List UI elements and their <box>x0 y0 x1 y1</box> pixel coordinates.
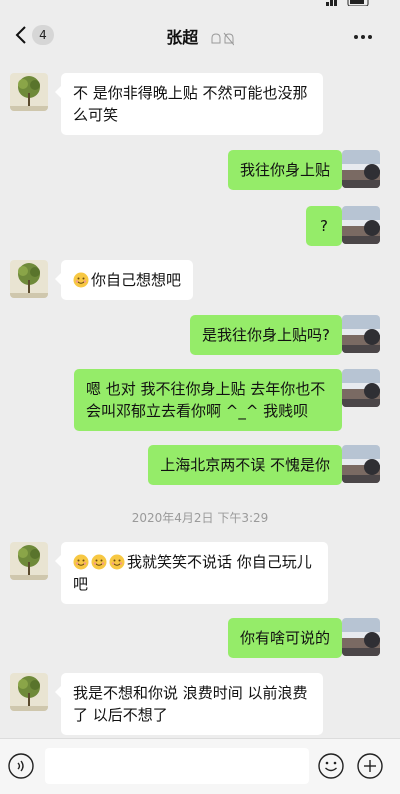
message-row: 上海北京两不误 不愧是你 <box>0 445 400 485</box>
chat-title: 张超 <box>166 28 199 47</box>
message-row: 你有啥可说的 <box>0 618 400 658</box>
smile-emoji-icon <box>109 554 125 570</box>
message-bubble[interactable]: 不 是你非得晚上贴 不然可能也没那么可笑 <box>55 73 323 135</box>
smile-emoji-icon <box>73 554 89 570</box>
message-row: 嗯 也对 我不往你身上贴 去年你也不会叫邓郁立去看你啊 ^_^ 我贱呗 <box>0 369 400 431</box>
message-timestamp: 2020年4月2日 下午3:29 <box>131 511 269 525</box>
contact-avatar[interactable] <box>10 73 48 111</box>
mute-bell-icon <box>211 32 234 45</box>
more-dots-icon <box>354 34 358 39</box>
smiley-icon[interactable] <box>318 753 344 779</box>
contact-avatar[interactable] <box>10 260 48 298</box>
message-row: 我是不想和你说 浪费时间 以前浪费了 以后不想了 <box>0 673 400 735</box>
message-row: ? <box>0 206 400 246</box>
message-bubble[interactable]: ? <box>306 206 348 246</box>
message-bubble[interactable]: 我就笑笑不说话 你自己玩儿吧 <box>55 542 328 604</box>
contact-avatar[interactable] <box>10 542 48 580</box>
message-bubble[interactable]: 你自己想想吧 <box>54 260 194 300</box>
message-row: 你自己想想吧 <box>0 260 400 300</box>
unread-count-badge: 4 <box>32 25 54 45</box>
more-options-button[interactable] <box>354 26 378 42</box>
more-dot <box>361 34 365 39</box>
message-text: 你自己想想吧 <box>91 271 182 289</box>
status-icons <box>326 0 369 6</box>
self-avatar[interactable] <box>342 150 380 188</box>
back-button[interactable]: 4 <box>14 22 62 48</box>
voice-icon[interactable] <box>8 753 34 779</box>
message-input[interactable] <box>45 748 309 784</box>
smile-emoji-icon <box>73 272 89 288</box>
message-bubble[interactable]: 我往你身上贴 <box>227 150 349 190</box>
message-row: 是我往你身上贴吗? <box>0 315 400 355</box>
plus-circle-icon[interactable] <box>357 753 383 779</box>
input-bar <box>0 738 400 794</box>
message-bubble[interactable]: 是我往你身上贴吗? <box>190 315 348 355</box>
more-dot <box>368 34 372 39</box>
message-row: 我就笑笑不说话 你自己玩儿吧 <box>0 542 400 604</box>
smile-emoji-icon <box>91 554 107 570</box>
message-bubble[interactable]: 你有啥可说的 <box>227 618 349 658</box>
self-avatar[interactable] <box>342 315 380 353</box>
status-bar <box>0 0 400 12</box>
chevron-left-icon <box>15 26 26 44</box>
contact-avatar[interactable] <box>10 673 48 711</box>
self-avatar[interactable] <box>342 445 380 483</box>
self-avatar[interactable] <box>342 369 380 407</box>
self-avatar[interactable] <box>342 206 380 244</box>
message-row: 我往你身上贴 <box>0 150 400 190</box>
message-bubble[interactable]: 我是不想和你说 浪费时间 以前浪费了 以后不想了 <box>55 673 323 735</box>
message-bubble[interactable]: 嗯 也对 我不往你身上贴 去年你也不会叫邓郁立去看你啊 ^_^ 我贱呗 <box>74 369 348 431</box>
message-row: 不 是你非得晚上贴 不然可能也没那么可笑 <box>0 73 400 135</box>
self-avatar[interactable] <box>342 618 380 656</box>
chat-header: 4 张超 <box>0 0 400 68</box>
message-bubble[interactable]: 上海北京两不误 不愧是你 <box>148 445 348 485</box>
